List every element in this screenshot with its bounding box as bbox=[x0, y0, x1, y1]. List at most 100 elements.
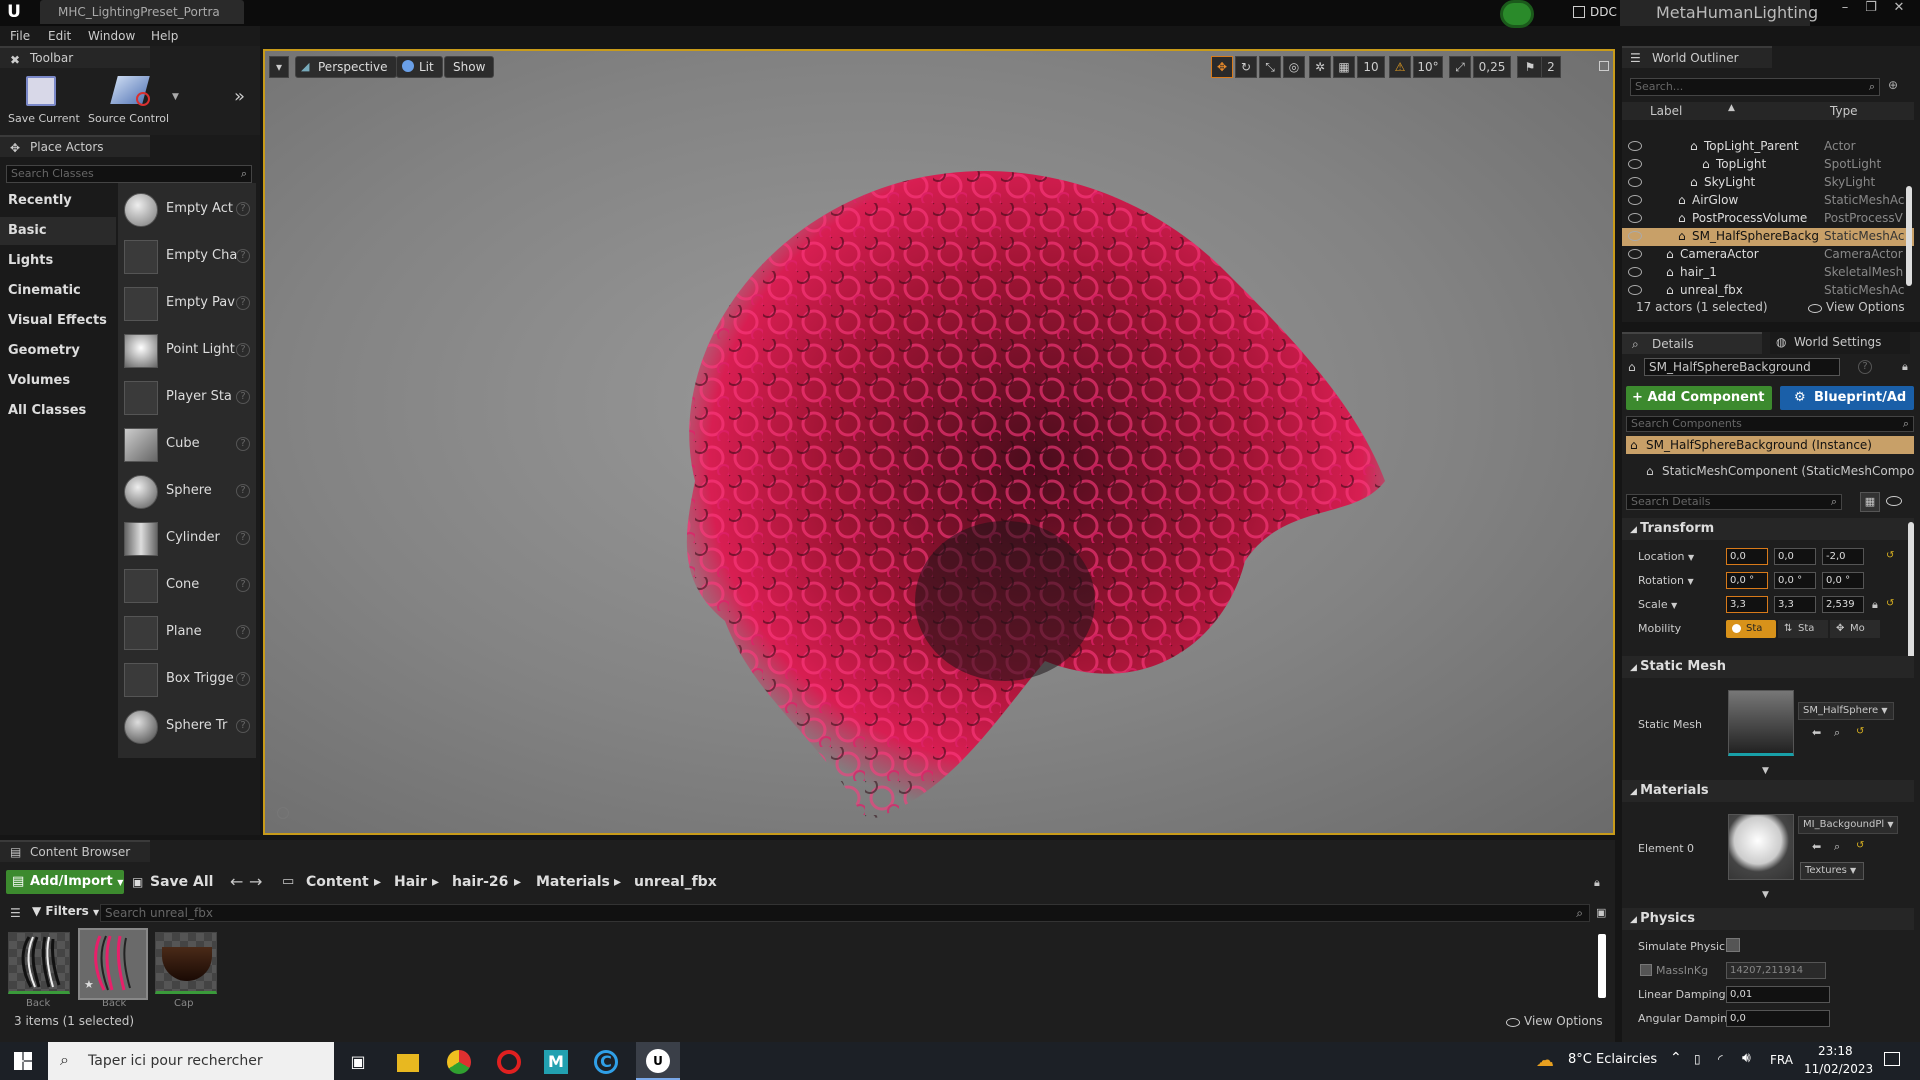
visibility-eye-icon[interactable] bbox=[1628, 267, 1642, 277]
outliner-row[interactable]: ⌂ AirGlow StaticMeshAc bbox=[1622, 192, 1914, 210]
outliner-row[interactable]: ⌂ SM_HalfSphereBackg StaticMeshAc bbox=[1622, 228, 1914, 246]
rotate-tool-icon[interactable]: ↻ bbox=[1235, 56, 1257, 78]
visibility-eye-icon[interactable] bbox=[1628, 177, 1642, 187]
help-icon[interactable]: ? bbox=[236, 202, 250, 216]
mobility-static-button[interactable]: Sta bbox=[1726, 620, 1776, 638]
place-actors-tab[interactable]: ✥ Place Actors bbox=[0, 135, 150, 157]
taskbar-search-box[interactable]: ⌕ Taper ici pour rechercher bbox=[48, 1042, 334, 1080]
search-details-input[interactable]: Search Details ⌕ bbox=[1626, 494, 1842, 510]
help-icon[interactable]: ? bbox=[236, 390, 250, 404]
visibility-eye-icon[interactable] bbox=[1628, 141, 1642, 151]
search-classes-input[interactable]: Search Classes ⌕ bbox=[6, 165, 252, 183]
help-icon[interactable]: ? bbox=[236, 578, 250, 592]
help-icon[interactable]: ? bbox=[236, 249, 250, 263]
help-icon[interactable]: ? bbox=[236, 437, 250, 451]
unreal-logo-icon[interactable]: U bbox=[4, 2, 24, 22]
surface-snap-icon[interactable]: ✲ bbox=[1309, 56, 1331, 78]
lock-icon[interactable]: 🔒︎ bbox=[1594, 876, 1600, 890]
breadcrumb-unreal-fbx[interactable]: unreal_fbx bbox=[634, 874, 717, 890]
translate-tool-icon[interactable]: ✥ bbox=[1211, 56, 1233, 78]
reset-material-icon[interactable]: ↺ bbox=[1856, 840, 1864, 851]
save-search-icon[interactable]: ▣ bbox=[1596, 906, 1606, 919]
minimize-button[interactable]: – bbox=[1832, 0, 1858, 18]
reset-location-icon[interactable]: ↺ bbox=[1886, 550, 1894, 561]
scale-x-input[interactable]: 3,3 bbox=[1726, 596, 1768, 613]
scale-lock-icon[interactable]: 🔒︎ bbox=[1872, 598, 1878, 612]
menu-help[interactable]: Help bbox=[151, 26, 178, 46]
content-search-input[interactable]: Search unreal_fbx ⌕ bbox=[100, 904, 1590, 922]
blueprint-button[interactable]: ⚙ Blueprint/Ad bbox=[1780, 386, 1914, 410]
close-button[interactable]: ✕ bbox=[1886, 0, 1912, 18]
help-icon[interactable]: ? bbox=[236, 484, 250, 498]
actor-cylinder[interactable]: Cylinder? bbox=[118, 516, 256, 562]
sources-toggle-icon[interactable]: ☰ bbox=[10, 906, 21, 920]
visibility-eye-icon[interactable] bbox=[1628, 159, 1642, 169]
category-geometry[interactable]: Geometry bbox=[0, 337, 116, 365]
source-control-status-icon[interactable] bbox=[1500, 0, 1534, 28]
category-recently-placed[interactable]: Recently Placed bbox=[0, 187, 116, 236]
search-components-input[interactable]: Search Components ⌕ bbox=[1626, 416, 1914, 432]
task-view-icon[interactable]: ▣ bbox=[346, 1050, 370, 1074]
camera-speed-value[interactable]: 2 bbox=[1541, 56, 1561, 78]
content-scrollbar[interactable] bbox=[1598, 934, 1606, 998]
tray-language[interactable]: FRA bbox=[1770, 1053, 1793, 1067]
outliner-row[interactable]: ⌂ TopLight_Parent Actor bbox=[1622, 138, 1914, 156]
source-control-dropdown-icon[interactable]: ▼ bbox=[172, 92, 179, 102]
visibility-eye-icon[interactable] bbox=[1628, 213, 1642, 223]
show-button[interactable]: Show bbox=[444, 56, 495, 78]
chrome-icon[interactable] bbox=[447, 1050, 471, 1074]
visibility-eye-icon[interactable] bbox=[1628, 195, 1642, 205]
ddc-label[interactable]: DDC bbox=[1590, 5, 1617, 19]
menu-edit[interactable]: Edit bbox=[48, 26, 71, 46]
world-outliner-tab[interactable]: ☰ World Outliner bbox=[1622, 46, 1772, 68]
world-settings-tab[interactable]: ◍ World Settings bbox=[1770, 332, 1910, 354]
document-tab[interactable]: MHC_LightingPreset_Portra bbox=[40, 0, 244, 24]
lock-icon[interactable]: 🔒︎ bbox=[1902, 360, 1908, 374]
add-filter-icon[interactable]: ⊕ bbox=[1888, 78, 1898, 92]
simulate-physics-checkbox[interactable] bbox=[1726, 938, 1740, 952]
save-all-button[interactable]: ▣ Save All bbox=[132, 870, 213, 894]
visibility-eye-icon[interactable] bbox=[1628, 285, 1642, 295]
scale-label[interactable]: Scale ▼ bbox=[1638, 598, 1677, 611]
camera-speed-icon[interactable]: ⚑ bbox=[1517, 56, 1543, 78]
tray-chevron-icon[interactable]: ⌃ bbox=[1670, 1050, 1682, 1066]
scale-y-input[interactable]: 3,3 bbox=[1774, 596, 1816, 613]
breadcrumb-content[interactable]: Content bbox=[306, 874, 369, 890]
actor-empty-actor[interactable]: Empty Act? bbox=[118, 187, 256, 233]
actor-player-start[interactable]: Player Sta? bbox=[118, 375, 256, 421]
mobility-movable-button[interactable]: ✥ Mo bbox=[1830, 620, 1880, 638]
material-dropdown[interactable]: MI_BackgoundPl ▼ bbox=[1798, 816, 1898, 834]
breadcrumb-hair-26[interactable]: hair-26 bbox=[452, 874, 508, 890]
outliner-scrollbar[interactable] bbox=[1906, 186, 1912, 286]
column-type-header[interactable]: Type bbox=[1830, 104, 1858, 118]
category-visual-effects[interactable]: Visual Effects bbox=[0, 307, 116, 335]
actor-empty-pawn[interactable]: Empty Pav? bbox=[118, 281, 256, 327]
scale-z-input[interactable]: 2,539 bbox=[1822, 596, 1864, 613]
materials-section[interactable]: ◢ Materials bbox=[1622, 780, 1914, 802]
viewport-options-icon[interactable]: ▾ bbox=[269, 56, 289, 78]
property-matrix-icon[interactable]: ▦ bbox=[1860, 492, 1880, 512]
mass-override-checkbox[interactable] bbox=[1640, 964, 1652, 976]
menu-window[interactable]: Window bbox=[88, 26, 135, 46]
actor-point-light[interactable]: Point Light? bbox=[118, 328, 256, 374]
reset-mesh-icon[interactable]: ↺ bbox=[1856, 726, 1864, 737]
category-basic[interactable]: Basic bbox=[0, 217, 116, 245]
browse-icon[interactable]: ⌕ bbox=[1834, 726, 1840, 740]
outliner-row[interactable]: ⌂ hair_1 SkeletalMesh bbox=[1622, 264, 1914, 282]
outliner-row[interactable]: ⌂ SkyLight SkyLight bbox=[1622, 174, 1914, 192]
category-all-classes[interactable]: All Classes bbox=[0, 397, 116, 425]
lit-button[interactable]: Lit bbox=[396, 56, 443, 78]
reset-scale-icon[interactable]: ↺ bbox=[1886, 598, 1894, 609]
menu-file[interactable]: File bbox=[10, 26, 30, 46]
help-icon[interactable]: ? bbox=[236, 531, 250, 545]
scale-snap-icon[interactable]: ⤢ bbox=[1449, 56, 1471, 78]
asset-thumbnail-selected[interactable]: ★ bbox=[78, 928, 148, 1000]
category-lights[interactable]: Lights bbox=[0, 247, 116, 275]
outliner-search-input[interactable]: Search... ⌕ bbox=[1630, 78, 1880, 96]
location-label[interactable]: Location ▼ bbox=[1638, 550, 1694, 563]
actor-cone[interactable]: Cone? bbox=[118, 563, 256, 609]
toolbar-tab[interactable]: ✖ Toolbar bbox=[0, 46, 150, 68]
tray-time[interactable]: 23:18 bbox=[1818, 1044, 1853, 1058]
actor-sphere[interactable]: Sphere? bbox=[118, 469, 256, 515]
outliner-row[interactable]: ⌂ PostProcessVolume PostProcessV bbox=[1622, 210, 1914, 228]
